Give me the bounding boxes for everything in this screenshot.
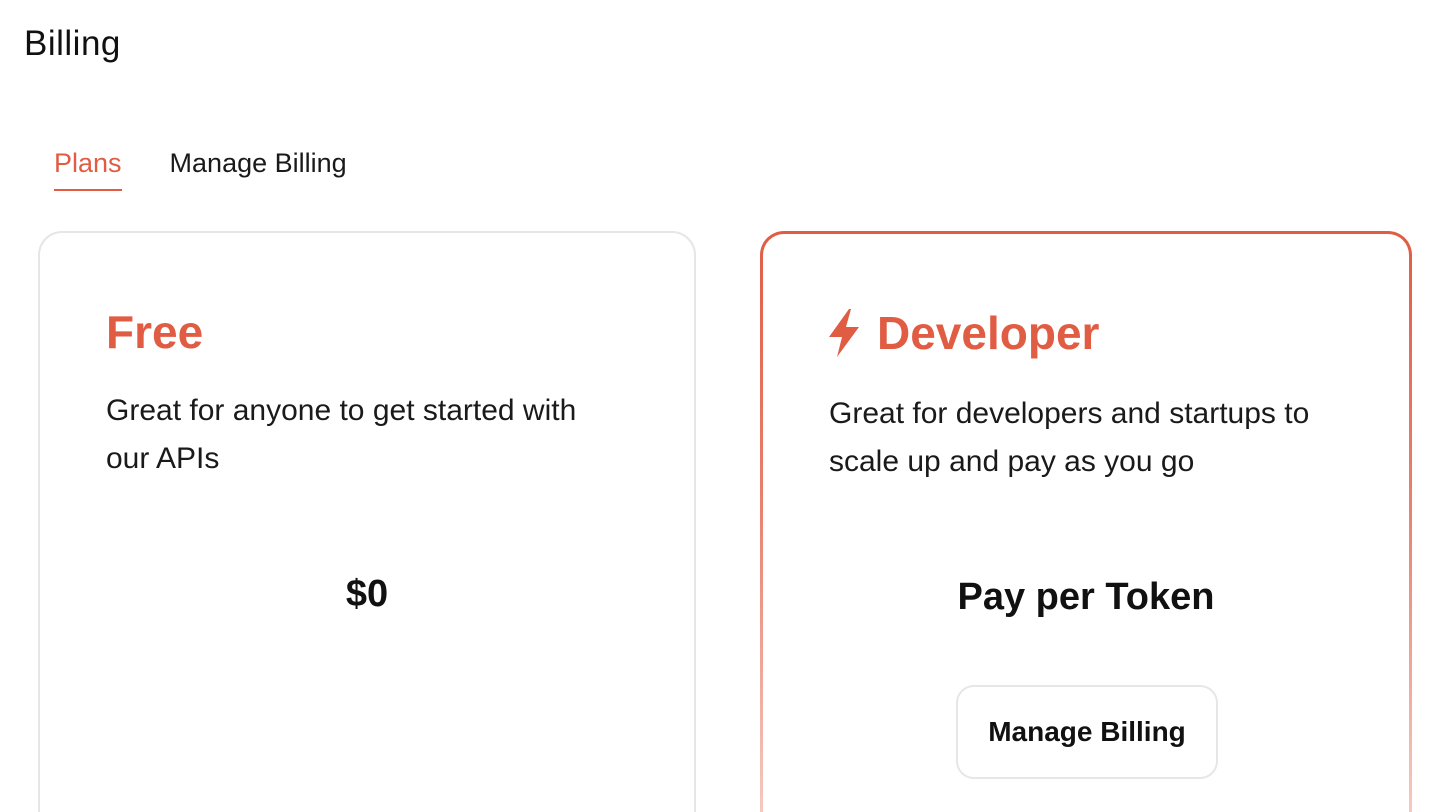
lightning-bolt-icon [825, 307, 863, 359]
plan-price-free: $0 [345, 573, 389, 615]
plan-card-developer: Developer Great for developers and start… [760, 231, 1412, 812]
plan-title-free: Free [106, 305, 203, 359]
tab-manage-billing[interactable]: Manage Billing [170, 148, 347, 191]
tab-plans[interactable]: Plans [54, 148, 122, 191]
plan-title-developer: Developer [825, 306, 1099, 360]
billing-page: Billing Plans Manage Billing Free Great … [0, 0, 1444, 812]
plan-price-developer: Pay per Token [957, 576, 1215, 618]
plan-description-free: Great for anyone to get started with our… [106, 394, 577, 475]
page-title: Billing [24, 24, 121, 63]
plan-name: Free [106, 306, 204, 358]
plan-name: Developer [877, 307, 1100, 359]
billing-tabs: Plans Manage Billing [54, 148, 347, 191]
plan-card-free: Free Great for anyone to get started wit… [38, 231, 696, 812]
plan-description-developer: Great for developers and startups to sca… [829, 397, 1310, 478]
manage-billing-button[interactable]: Manage Billing [956, 685, 1218, 779]
